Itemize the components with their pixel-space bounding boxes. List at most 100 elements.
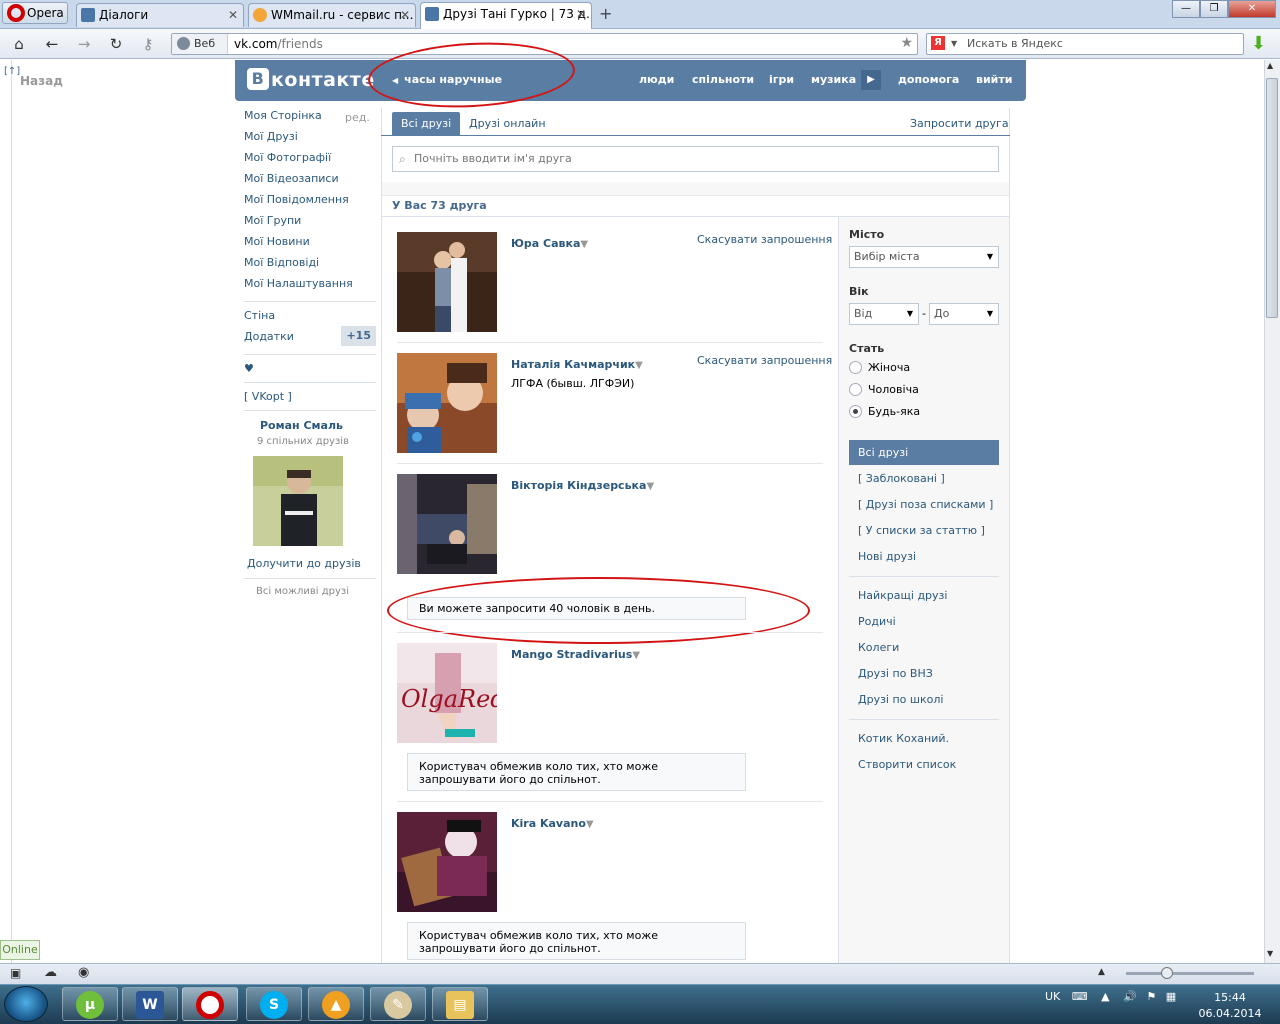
menu-my-groups[interactable]: Мої Групи [244, 213, 376, 234]
friend-name[interactable]: Kira Kavano▼ [511, 817, 594, 830]
menu-my-news[interactable]: Мої Новини [244, 234, 376, 255]
panel-toggle-icon[interactable]: ▣ [10, 966, 21, 980]
zoom-slider-thumb[interactable] [1161, 967, 1173, 979]
menu-my-messages[interactable]: Мої Повідомлення [244, 192, 376, 213]
close-tab-icon[interactable]: ✕ [400, 4, 410, 26]
volume-icon[interactable]: 🔊 [1123, 990, 1137, 1003]
close-tab-icon[interactable]: ✕ [228, 4, 238, 26]
scroll-down-icon[interactable]: ▼ [1267, 949, 1273, 958]
tab-all-friends[interactable]: Всі друзі [392, 112, 461, 136]
taskbar-paint[interactable]: ✎ [370, 987, 426, 1021]
taskbar-aimp[interactable]: ▲ [308, 987, 364, 1021]
scrollbar-thumb[interactable] [1266, 78, 1278, 318]
menu-apps[interactable]: Додатки +15 [244, 326, 376, 350]
create-list-link[interactable]: Створити список [858, 758, 956, 771]
friend-photo[interactable] [397, 353, 497, 453]
list-new-friends[interactable]: Нові друзі [858, 550, 916, 563]
turbo-icon[interactable]: ◉ [78, 965, 89, 980]
keyboard-icon[interactable]: ⌨ [1072, 990, 1088, 1003]
menu-vkopt[interactable]: [ VKopt ] [244, 389, 376, 410]
web-badge[interactable]: Веб [172, 34, 228, 54]
list-best-friends[interactable]: Найкращі друзі [858, 589, 947, 602]
menu-my-settings[interactable]: Мої Налаштування [244, 276, 376, 297]
list-school[interactable]: Друзі по школі [858, 693, 943, 706]
search-engine-dropdown-icon[interactable]: ▼ [951, 34, 957, 54]
home-icon[interactable]: ⌂ [10, 35, 28, 53]
menu-my-friends[interactable]: Мої Друзі [244, 129, 376, 150]
tab-wmmail[interactable]: WMmail.ru - сервис п... ✕ [248, 3, 416, 27]
download-icon[interactable]: ⬇ [1251, 34, 1269, 54]
taskbar-explorer[interactable]: ▤ [432, 987, 488, 1021]
gender-any-radio[interactable] [849, 405, 862, 418]
taskbar-opera[interactable] [182, 987, 238, 1021]
list-blocked[interactable]: [ Заблоковані ] [858, 472, 945, 485]
zoom-slider[interactable] [1126, 972, 1254, 975]
nav-help[interactable]: допомога [898, 73, 959, 86]
suggested-friend-name[interactable]: Роман Смаль [260, 419, 343, 432]
tab-dialogs[interactable]: Діалоги ✕ [76, 3, 244, 27]
vk-logo[interactable]: Вконтакте [247, 68, 375, 92]
yandex-search-input[interactable]: Я ▼ Искать в Яндекс [926, 33, 1244, 55]
nav-logout[interactable]: вийти [976, 73, 1012, 86]
list-colleagues[interactable]: Колеги [858, 641, 899, 654]
new-tab-icon[interactable]: + [599, 4, 612, 23]
list-relatives[interactable]: Родичі [858, 615, 896, 628]
scroll-up-icon[interactable]: ▲ [1267, 61, 1273, 70]
action-center-icon[interactable]: ⚑ [1146, 990, 1156, 1003]
gender-female-radio[interactable] [849, 361, 862, 374]
gender-any-label[interactable]: Будь-яка [868, 405, 920, 418]
friend-menu-icon[interactable]: ▼ [586, 819, 594, 830]
friend-photo[interactable] [397, 812, 497, 912]
age-to-select[interactable]: До ▼ [929, 303, 999, 325]
age-from-select[interactable]: Від ▼ [849, 303, 919, 325]
minimize-icon[interactable]: — [1172, 0, 1200, 18]
opera-unite-icon[interactable]: ☁ [44, 965, 57, 980]
cancel-invite-link[interactable]: Скасувати запрошення [697, 233, 832, 246]
menu-my-answers[interactable]: Мої Відповіді [244, 255, 376, 276]
taskbar-skype[interactable]: S [246, 987, 302, 1021]
friend-name[interactable]: Наталія Качмарчик▼ [511, 358, 643, 371]
friend-menu-icon[interactable]: ▼ [580, 239, 588, 250]
opera-menu-button[interactable]: Opera [2, 2, 68, 24]
edit-page-link[interactable]: ред. [345, 111, 370, 124]
start-button[interactable] [4, 986, 48, 1022]
cancel-invite-link[interactable]: Скасувати запрошення [697, 354, 832, 367]
friend-menu-icon[interactable]: ▼ [632, 650, 640, 661]
music-play-icon[interactable]: ▶ [861, 70, 881, 90]
friend-name[interactable]: Mango Stradivarius▼ [511, 648, 640, 661]
gender-female-label[interactable]: Жіноча [868, 361, 910, 374]
friend-menu-icon[interactable]: ▼ [646, 481, 654, 492]
all-possible-friends-link[interactable]: Всі можливі друзі [256, 586, 349, 597]
taskbar-word[interactable]: W [122, 987, 178, 1021]
key-icon[interactable]: ⚷ [139, 35, 157, 53]
close-window-icon[interactable]: ✕ [1228, 0, 1276, 18]
view-icon[interactable]: ▲ [1098, 967, 1105, 977]
scroll-top-link[interactable]: [↑] [4, 66, 20, 77]
taskbar-utorrent[interactable]: µ [62, 987, 118, 1021]
nav-games[interactable]: ігри [769, 73, 794, 86]
tab-friends-online[interactable]: Друзі онлайн [460, 112, 555, 136]
friend-photo[interactable] [397, 474, 497, 574]
bookmark-star-icon[interactable]: ★ [900, 35, 913, 51]
network-icon[interactable]: ▦ [1166, 990, 1176, 1003]
nav-communities[interactable]: спільноти [692, 73, 754, 86]
suggested-friend-photo[interactable] [253, 456, 343, 546]
gender-male-radio[interactable] [849, 383, 862, 396]
tab-friends[interactable]: Друзі Тані Гурко | 73 д... ✕ [420, 2, 592, 29]
invite-friend-link[interactable]: Запросити друга [901, 112, 1018, 136]
friend-name[interactable]: Вікторія Кіндзерська▼ [511, 479, 654, 492]
friend-menu-icon[interactable]: ▼ [635, 360, 643, 371]
close-tab-icon[interactable]: ✕ [576, 3, 586, 25]
menu-heart[interactable]: ♥ [244, 361, 376, 382]
menu-my-photos[interactable]: Мої Фотографії [244, 150, 376, 171]
restore-icon[interactable]: ❐ [1200, 0, 1228, 18]
nav-people[interactable]: люди [639, 73, 674, 86]
list-by-gender[interactable]: [ У списки за статтю ] [858, 524, 985, 537]
friend-search-input[interactable]: ⌕ Почніть вводити ім'я друга [392, 146, 999, 172]
language-indicator[interactable]: UK [1045, 990, 1060, 1003]
list-outside-lists[interactable]: [ Друзі поза списками ] [858, 498, 993, 511]
friend-name[interactable]: Юра Савка▼ [511, 237, 588, 250]
friend-photo[interactable]: OlgaRed [397, 643, 497, 743]
gender-male-label[interactable]: Чоловіча [868, 383, 919, 396]
nav-music[interactable]: музика [811, 73, 856, 86]
